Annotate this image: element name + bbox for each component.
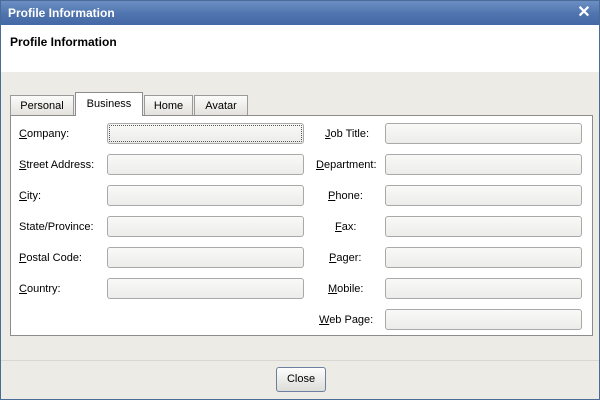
country-label: Country: bbox=[19, 283, 61, 295]
department-mnemonic: D bbox=[316, 159, 324, 171]
job-title-label-rest: ob Title: bbox=[330, 128, 370, 140]
web-page-field[interactable] bbox=[385, 309, 582, 330]
header-title: Profile Information bbox=[10, 35, 117, 49]
window-title: Profile Information bbox=[8, 6, 115, 20]
street-address-label-rest: treet Address: bbox=[26, 159, 95, 171]
street-address-label: Street Address: bbox=[19, 159, 94, 171]
web-page-label-rest: eb Page: bbox=[329, 314, 374, 326]
phone-field[interactable] bbox=[385, 185, 582, 206]
tab-avatar[interactable]: Avatar bbox=[194, 95, 248, 115]
job-title-input[interactable] bbox=[386, 124, 581, 143]
company-label: Company: bbox=[19, 128, 69, 140]
city-input[interactable] bbox=[108, 186, 303, 205]
job-title-field[interactable] bbox=[385, 123, 582, 144]
close-icon[interactable]: ✕ bbox=[575, 4, 593, 22]
pager-input[interactable] bbox=[386, 248, 581, 267]
fax-mnemonic: F bbox=[335, 221, 342, 233]
dialog-header: Profile Information bbox=[1, 25, 599, 72]
pager-label: Pager: bbox=[329, 252, 361, 264]
state-province-label: State/Province: bbox=[19, 221, 94, 233]
phone-input[interactable] bbox=[386, 186, 581, 205]
city-field[interactable] bbox=[107, 185, 304, 206]
country-field[interactable] bbox=[107, 278, 304, 299]
mobile-input[interactable] bbox=[386, 279, 581, 298]
country-input[interactable] bbox=[108, 279, 303, 298]
fax-label-rest: ax: bbox=[341, 221, 357, 233]
postal-code-input[interactable] bbox=[108, 248, 303, 267]
phone-label: Phone: bbox=[328, 190, 363, 202]
company-input[interactable] bbox=[108, 124, 303, 143]
state-province-input[interactable] bbox=[108, 217, 303, 236]
profile-dialog: Profile Information ✕ Profile Informatio… bbox=[0, 0, 600, 400]
street-address-field[interactable] bbox=[107, 154, 304, 175]
city-label: City: bbox=[19, 190, 41, 202]
department-input[interactable] bbox=[386, 155, 581, 174]
company-label-rest: ompany: bbox=[26, 128, 70, 140]
department-field[interactable] bbox=[385, 154, 582, 175]
tab-business[interactable]: Business bbox=[75, 92, 143, 116]
web-page-input[interactable] bbox=[386, 310, 581, 329]
state-province-field[interactable] bbox=[107, 216, 304, 237]
postal-code-field[interactable] bbox=[107, 247, 304, 268]
job-title-label: Job Title: bbox=[325, 128, 369, 140]
web-page-mnemonic: W bbox=[319, 314, 330, 326]
mobile-field[interactable] bbox=[385, 278, 582, 299]
country-label-rest: ountry: bbox=[26, 283, 61, 295]
pager-field[interactable] bbox=[385, 247, 582, 268]
department-label: Department: bbox=[316, 159, 377, 171]
postal-code-label: Postal Code: bbox=[19, 252, 82, 264]
mobile-label-rest: obile: bbox=[337, 283, 364, 295]
fax-field[interactable] bbox=[385, 216, 582, 237]
fax-label: Fax: bbox=[335, 221, 356, 233]
close-button[interactable]: Close bbox=[276, 367, 326, 392]
city-label-rest: ity: bbox=[26, 190, 42, 202]
pager-label-rest: ager: bbox=[336, 252, 362, 264]
tab-home[interactable]: Home bbox=[144, 95, 193, 115]
company-mnemonic: C bbox=[19, 128, 27, 140]
mobile-mnemonic: M bbox=[328, 283, 338, 295]
postal-code-label-rest: ostal Code: bbox=[26, 252, 82, 264]
web-page-label: Web Page: bbox=[319, 314, 373, 326]
title-bar: Profile Information ✕ bbox=[1, 1, 599, 25]
phone-label-rest: hone: bbox=[335, 190, 363, 202]
mobile-label: Mobile: bbox=[328, 283, 363, 295]
country-mnemonic: C bbox=[19, 283, 27, 295]
fax-input[interactable] bbox=[386, 217, 581, 236]
footer-divider bbox=[1, 360, 599, 361]
city-mnemonic: C bbox=[19, 190, 27, 202]
street-address-input[interactable] bbox=[108, 155, 303, 174]
tab-personal[interactable]: Personal bbox=[10, 95, 74, 115]
department-label-rest: epartment: bbox=[323, 159, 377, 171]
business-panel: Company: Street Address: City: State/Pro… bbox=[10, 115, 593, 336]
company-field[interactable] bbox=[107, 123, 304, 144]
